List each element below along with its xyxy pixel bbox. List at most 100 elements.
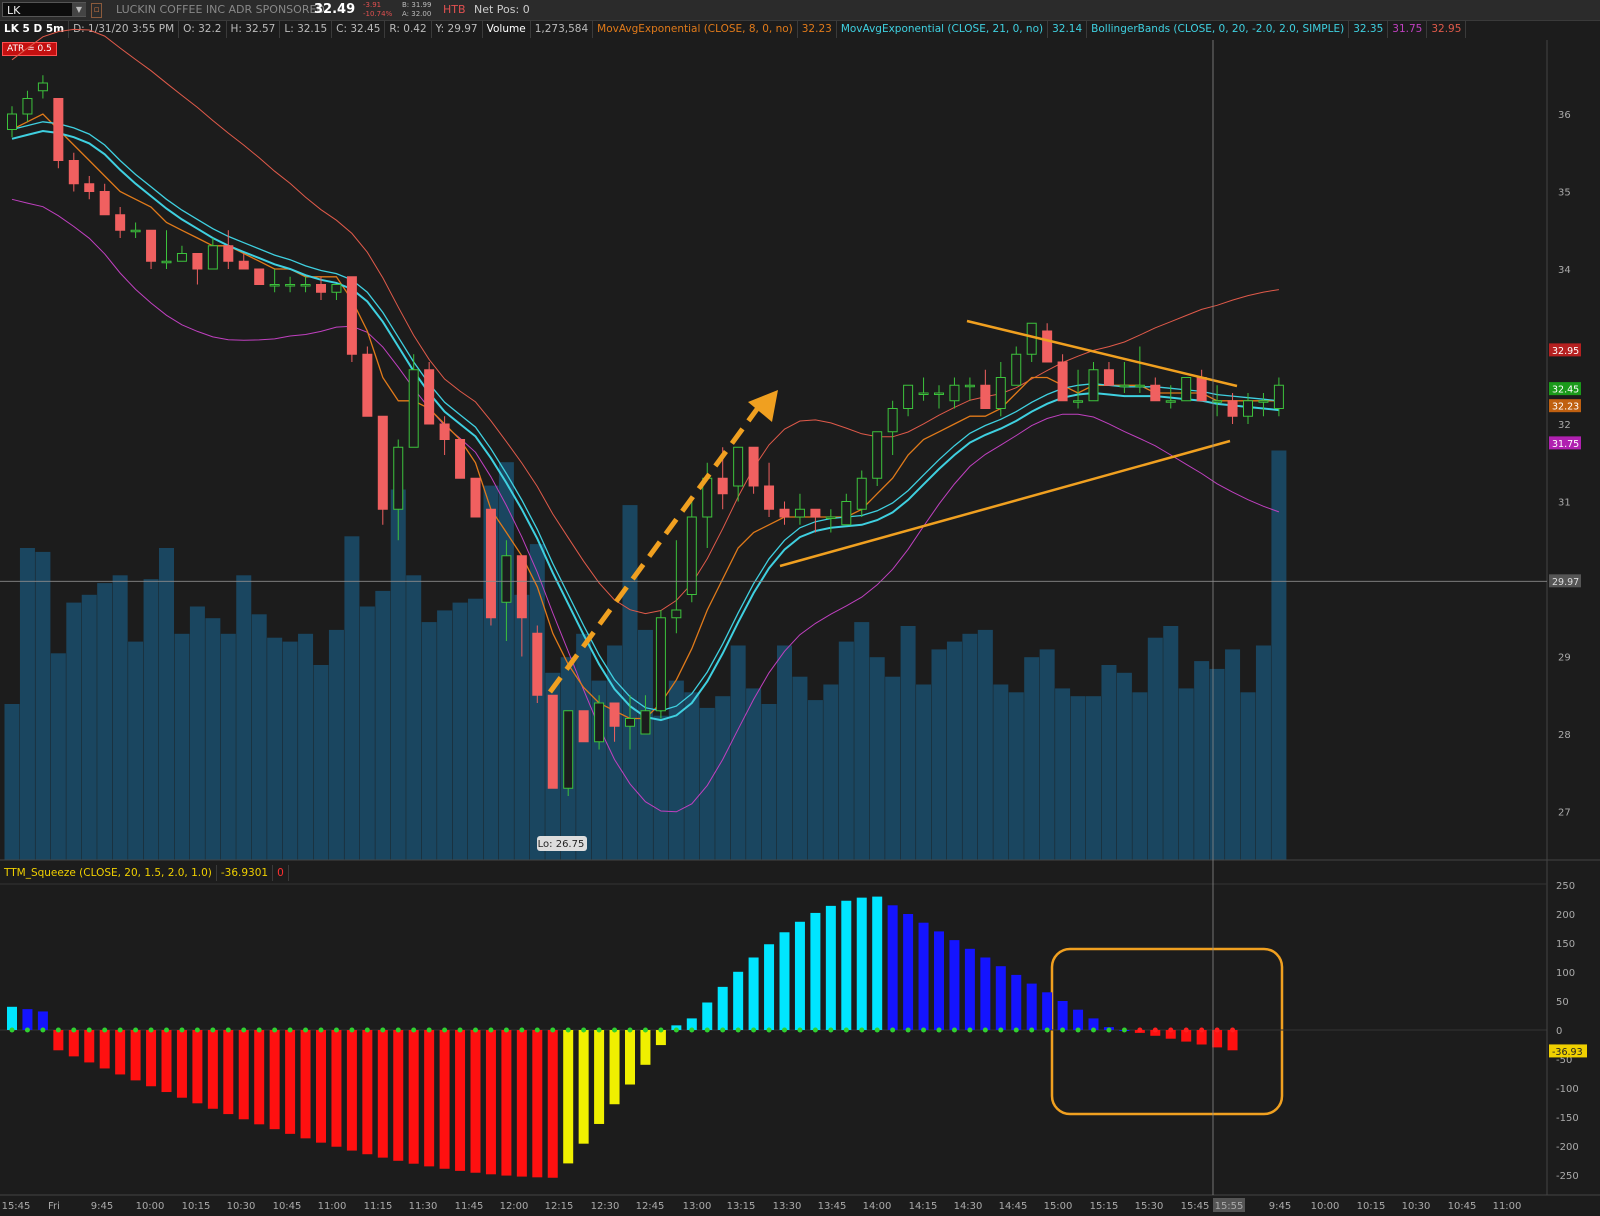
- volume-bars: [4, 450, 1287, 860]
- candle-body: [1073, 400, 1084, 403]
- time-tick: 12:30: [591, 1201, 620, 1212]
- ttm-tick: 150: [1556, 939, 1575, 950]
- time-tick: 11:00: [1493, 1201, 1522, 1212]
- time-tick: 10:30: [1402, 1201, 1431, 1212]
- price-tag-ema-label: 32.23: [1552, 402, 1579, 413]
- time-tick: 14:00: [863, 1201, 892, 1212]
- squeeze-dot: [843, 1027, 849, 1033]
- volume-bar: [468, 598, 483, 860]
- squeeze-dot: [457, 1027, 463, 1033]
- ttm-bar: [331, 1030, 342, 1147]
- ttm-bar: [1011, 974, 1022, 1030]
- time-tick: 10:00: [136, 1201, 165, 1212]
- candle-body: [269, 284, 280, 287]
- candle-body: [377, 415, 388, 510]
- ttm-bar: [362, 1030, 373, 1155]
- volume-bar: [81, 594, 97, 860]
- time-tick: 12:00: [500, 1201, 529, 1212]
- candle-body: [99, 191, 110, 216]
- squeeze-dot: [735, 1027, 741, 1033]
- candle-body: [1088, 369, 1099, 402]
- squeeze-dot: [1121, 1027, 1127, 1033]
- candle-body: [872, 431, 883, 479]
- candle-body: [68, 160, 79, 185]
- ttm-bar: [964, 948, 975, 1030]
- price-tag-close-label: 32.45: [1552, 385, 1579, 396]
- ttm-bar: [625, 1030, 635, 1085]
- volume-bar: [205, 618, 221, 860]
- chart-canvas[interactable]: Lo: 26.75 3635343332313029282732.9532.45…: [0, 0, 1600, 1216]
- volume-bar: [962, 633, 978, 860]
- squeeze-dot: [102, 1027, 108, 1033]
- volume-bar: [298, 633, 314, 860]
- ttm-bar: [130, 1030, 141, 1081]
- candle-body: [1165, 400, 1176, 403]
- candle-body: [640, 710, 651, 735]
- volume-bar: [854, 622, 870, 860]
- time-axis[interactable]: 15:45 Fri 9:45 10:00 10:15 10:30 10:45 11:00 11:…: [2, 1198, 1522, 1212]
- volume-bar: [823, 684, 839, 860]
- candle-body: [686, 516, 697, 595]
- squeeze-dot: [1230, 1027, 1236, 1033]
- candle-body: [161, 260, 172, 264]
- time-tick: 14:45: [999, 1201, 1028, 1212]
- candle-body: [470, 477, 481, 518]
- ttm-bar: [594, 1030, 605, 1124]
- ttm-bar: [176, 1030, 187, 1098]
- price-tag-lower-label: 31.75: [1552, 439, 1579, 450]
- volume-bar: [761, 704, 777, 860]
- squeeze-dot: [596, 1027, 602, 1033]
- squeeze-dot: [967, 1027, 973, 1033]
- squeeze-dot: [55, 1027, 61, 1033]
- ttm-bar: [547, 1030, 558, 1178]
- squeeze-dot: [40, 1027, 46, 1033]
- candle-body: [1150, 384, 1161, 402]
- squeeze-dot: [241, 1027, 247, 1033]
- time-tick: 14:15: [909, 1201, 938, 1212]
- candle-body: [1057, 361, 1068, 402]
- ttm-bar: [825, 905, 836, 1030]
- volume-bar: [35, 551, 51, 860]
- price-tag-crosshair-label: 29.97: [1552, 577, 1579, 588]
- ttm-bar: [949, 940, 960, 1030]
- squeeze-dot: [828, 1027, 834, 1033]
- volume-bar: [174, 633, 190, 860]
- time-tick: 10:45: [1448, 1201, 1477, 1212]
- ttm-bar: [53, 1030, 64, 1051]
- squeeze-dot: [210, 1027, 216, 1033]
- ttm-bar: [1073, 1009, 1084, 1030]
- ttm-bar: [424, 1030, 435, 1167]
- ttm-bar: [192, 1030, 203, 1104]
- time-tick: 10:00: [1311, 1201, 1340, 1212]
- squeeze-dot: [689, 1027, 695, 1033]
- time-tick: 9:45: [91, 1201, 113, 1212]
- ttm-histogram: 250200150100500-50-100-150-200-250-36.93: [0, 881, 1587, 1182]
- time-tick: 12:45: [636, 1201, 665, 1212]
- candle-body: [887, 408, 898, 433]
- candle-body: [53, 98, 64, 161]
- volume-bar: [807, 700, 823, 860]
- volume-bar: [452, 602, 468, 860]
- candle-body: [779, 508, 790, 518]
- ttm-bar: [408, 1030, 419, 1164]
- squeeze-dot: [133, 1027, 139, 1033]
- price-tick: 28: [1558, 730, 1571, 741]
- candle-body: [207, 245, 218, 270]
- price-axis[interactable]: 3635343332313029282732.9532.4532.2331.75…: [1549, 110, 1581, 819]
- squeeze-dot: [859, 1027, 865, 1033]
- ttm-bar: [779, 932, 790, 1030]
- volume-bar: [313, 665, 329, 860]
- low-label: Lo: 26.75: [538, 839, 585, 850]
- candle-body: [794, 508, 805, 518]
- time-tick: 15:00: [1044, 1201, 1073, 1212]
- time-tick: 12:15: [545, 1201, 574, 1212]
- candle-body: [1134, 384, 1145, 388]
- ttm-bar: [841, 900, 852, 1030]
- candle-body: [1119, 384, 1130, 388]
- ttm-bar: [470, 1030, 481, 1173]
- ttm-tick: 0: [1556, 1026, 1562, 1037]
- volume-bar: [993, 684, 1009, 860]
- volume-bar: [1194, 661, 1210, 860]
- candle-body: [733, 446, 744, 487]
- candle-body: [516, 555, 527, 619]
